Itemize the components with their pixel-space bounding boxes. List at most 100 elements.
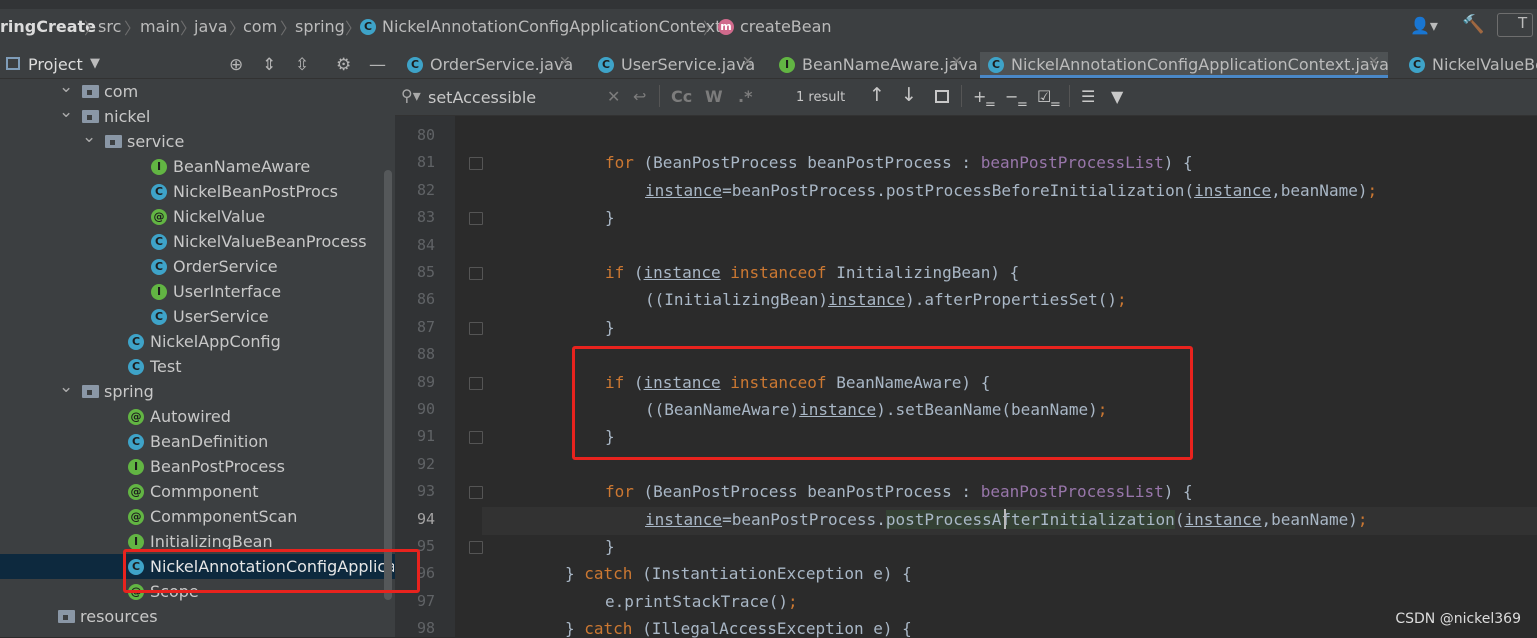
tree-item[interactable]: ⌄ com bbox=[0, 77, 395, 104]
editor-tab[interactable]: C OrderService.java ✕ bbox=[399, 52, 579, 78]
tab-label: UserService.java bbox=[621, 55, 756, 74]
code-token: ; bbox=[788, 591, 798, 611]
code-line: } bbox=[605, 537, 615, 556]
code-line: instance=beanPostProcess.postProcessAfte… bbox=[645, 509, 1367, 529]
toggle-occurrences-icon[interactable]: ☑‗ bbox=[1037, 87, 1059, 106]
tree-item[interactable]: C BeanDefinition bbox=[0, 429, 395, 454]
filter-icon[interactable]: ▼ bbox=[1111, 87, 1123, 106]
class-icon: C bbox=[988, 57, 1004, 73]
tree-item-label: BeanPostProcess bbox=[150, 457, 285, 476]
code-token: instance bbox=[828, 290, 906, 310]
editor-tab[interactable]: C NickelAnnotationConfigApplicationContex… bbox=[980, 52, 1389, 78]
breadcrumb-spring[interactable]: spring bbox=[295, 17, 345, 36]
code-token: } bbox=[565, 564, 585, 584]
fold-marker-icon[interactable] bbox=[469, 431, 483, 445]
tree-item[interactable]: I BeanNameAware bbox=[0, 154, 395, 179]
breadcrumb-java[interactable]: java bbox=[194, 17, 228, 36]
tree-item[interactable]: ⌄ nickel bbox=[0, 102, 395, 129]
code-token: ) { bbox=[1163, 153, 1193, 173]
run-config-dropdown[interactable]: T bbox=[1497, 13, 1533, 37]
breadcrumb-com[interactable]: com bbox=[243, 17, 277, 36]
code-token: } bbox=[605, 537, 615, 556]
tree-item[interactable]: C NickelValueBeanProcess bbox=[0, 229, 395, 254]
match-case-toggle[interactable]: Cc bbox=[671, 87, 692, 106]
editor-tab[interactable]: C NickelValueBe bbox=[1401, 52, 1537, 78]
next-occurrence-icon[interactable]: ↓ bbox=[901, 84, 917, 106]
breadcrumb-src[interactable]: src bbox=[98, 17, 121, 36]
editor-tab[interactable]: C UserService.java ✕ bbox=[590, 52, 762, 78]
tree-item[interactable]: @ Commponent bbox=[0, 479, 395, 504]
minimize-icon[interactable]: — bbox=[369, 55, 386, 75]
line-number: 91 bbox=[416, 427, 435, 446]
tree-item-label: Autowired bbox=[150, 407, 231, 426]
gear-icon[interactable]: ⚙ bbox=[336, 55, 351, 75]
fold-marker-icon[interactable] bbox=[469, 486, 483, 500]
tree-item[interactable]: resources bbox=[0, 604, 395, 629]
project-title[interactable]: Project bbox=[28, 55, 83, 74]
new-line-icon[interactable]: ↩ bbox=[633, 87, 646, 106]
code-token: ; bbox=[1117, 290, 1127, 310]
tree-item[interactable]: C NickelAppConfig bbox=[0, 329, 395, 354]
tree-item[interactable]: ⌄ service bbox=[0, 127, 395, 154]
folder-icon bbox=[58, 610, 75, 623]
highlight-box-code bbox=[572, 346, 1193, 460]
whole-word-toggle[interactable]: W bbox=[705, 87, 723, 106]
fold-marker-icon[interactable] bbox=[469, 321, 483, 335]
tree-scrollbar[interactable] bbox=[384, 170, 392, 600]
chevron-down-icon[interactable]: ⌄ bbox=[59, 102, 73, 122]
tree-item[interactable]: C UserService bbox=[0, 304, 395, 329]
tree-item[interactable]: I BeanPostProcess bbox=[0, 454, 395, 479]
regex-toggle[interactable]: .* bbox=[738, 87, 752, 106]
search-icon[interactable]: ⚲▾ bbox=[401, 86, 421, 105]
code-token: postProcessAfterInitialization bbox=[885, 509, 1175, 529]
editor-tab[interactable]: I BeanNameAware.java ✕ bbox=[771, 52, 978, 78]
expand-all-icon[interactable]: ⇕ bbox=[262, 55, 276, 75]
tree-item[interactable]: I UserInterface bbox=[0, 279, 395, 304]
text-caret bbox=[1004, 508, 1006, 529]
user-icon[interactable]: 👤▾ bbox=[1410, 16, 1438, 35]
collapse-all-icon[interactable]: ⇳ bbox=[295, 55, 309, 75]
locate-icon[interactable]: ⊕ bbox=[229, 55, 243, 75]
close-icon[interactable]: ✕ bbox=[1368, 54, 1380, 70]
tree-item-label: NickelValue bbox=[173, 207, 266, 226]
search-input[interactable]: setAccessible bbox=[428, 88, 536, 107]
breadcrumb-main[interactable]: main bbox=[140, 17, 180, 36]
interface-icon: I bbox=[151, 284, 167, 300]
tree-item[interactable]: C NickelBeanPostProcs bbox=[0, 179, 395, 204]
chevron-down-icon[interactable]: ▼ bbox=[90, 56, 100, 71]
close-icon[interactable]: ✕ bbox=[742, 54, 754, 70]
tree-item[interactable]: C OrderService bbox=[0, 254, 395, 279]
breadcrumb-method[interactable]: createBean bbox=[740, 17, 832, 36]
line-number: 89 bbox=[416, 372, 435, 391]
chevron-down-icon[interactable]: ⌄ bbox=[59, 377, 73, 397]
fold-marker-icon[interactable] bbox=[469, 267, 483, 280]
close-icon[interactable]: ✕ bbox=[559, 54, 571, 70]
close-icon[interactable]: ✕ bbox=[951, 54, 963, 70]
select-all-occurrences-icon[interactable] bbox=[935, 90, 949, 103]
tree-item[interactable]: C Test bbox=[0, 354, 395, 379]
chevron-down-icon[interactable]: ⌄ bbox=[59, 77, 73, 97]
tree-item[interactable]: @ NickelValue bbox=[0, 204, 395, 229]
code-line: ((InitializingBean)instance).afterProper… bbox=[645, 290, 1127, 309]
fold-marker-icon[interactable] bbox=[469, 212, 483, 226]
hammer-build-icon[interactable]: 🔨 bbox=[1462, 14, 1484, 35]
add-occurrence-icon[interactable]: +‗ bbox=[973, 87, 994, 106]
breadcrumb-class[interactable]: NickelAnnotationConfigApplicationContext bbox=[382, 17, 721, 36]
divider bbox=[659, 85, 660, 107]
previous-occurrence-icon[interactable]: ↑ bbox=[869, 84, 885, 106]
line-number: 97 bbox=[416, 591, 435, 610]
fold-marker-icon[interactable] bbox=[469, 376, 483, 390]
chevron-down-icon[interactable]: ⌄ bbox=[82, 127, 96, 147]
remove-occurrence-icon[interactable]: −‗ bbox=[1005, 87, 1026, 106]
tree-item[interactable]: @ Autowired bbox=[0, 404, 395, 429]
code-token: ,beanName) bbox=[1261, 509, 1358, 529]
interface-icon: I bbox=[151, 159, 167, 175]
filter-list-icon[interactable]: ☰ bbox=[1081, 87, 1095, 106]
fold-marker-icon[interactable] bbox=[469, 541, 483, 554]
fold-marker-icon[interactable] bbox=[469, 157, 483, 171]
tree-item[interactable]: @ CommponentScan bbox=[0, 504, 395, 529]
breadcrumb-project[interactable]: ringCreate bbox=[0, 17, 96, 36]
tree-item[interactable]: ⌄ spring bbox=[0, 377, 395, 404]
clear-search-icon[interactable]: ✕ bbox=[607, 87, 620, 106]
